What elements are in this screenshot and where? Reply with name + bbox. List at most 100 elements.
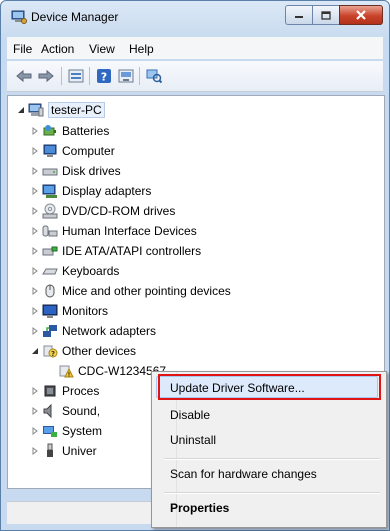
tree-item-label: Display adapters: [62, 184, 152, 198]
expand-arrow-icon[interactable]: [30, 406, 40, 416]
tree-item-system-devices[interactable]: System: [30, 421, 102, 441]
mouse-icon: [45, 284, 55, 298]
expand-arrow-icon[interactable]: [30, 146, 40, 156]
tree-item-ide-controllers[interactable]: IDE ATA/ATAPI controllers: [30, 241, 201, 261]
toolbar: ?: [7, 61, 383, 92]
menu-action[interactable]: Action: [41, 42, 74, 56]
expand-arrow-icon[interactable]: [30, 226, 40, 236]
expand-arrow-icon[interactable]: [30, 306, 40, 316]
expand-arrow-icon[interactable]: [30, 186, 40, 196]
close-icon: [356, 10, 366, 20]
title-bar[interactable]: Device Manager: [1, 1, 389, 33]
network-adapter-icon: [43, 325, 57, 337]
warning-device-icon: !: [59, 365, 74, 379]
help-icon[interactable]: ?: [95, 67, 113, 85]
tree-item-processors[interactable]: Proces: [30, 381, 99, 401]
scan-hardware-icon[interactable]: [145, 67, 163, 85]
tree-root-label: tester-PC: [48, 102, 105, 118]
battery-icon: [43, 125, 56, 136]
toolbar-separator: [89, 67, 90, 85]
tree-item-monitors[interactable]: Monitors: [30, 301, 108, 321]
expand-arrow-icon[interactable]: [30, 246, 40, 256]
tree-item-display-adapters[interactable]: Display adapters: [30, 181, 151, 201]
usb-icon: [47, 443, 53, 457]
system-device-icon: [43, 426, 57, 437]
processor-icon: [44, 385, 56, 397]
menu-help[interactable]: Help: [129, 42, 154, 56]
tree-item-label: System: [62, 424, 103, 438]
tree-item-cdc-device[interactable]: ! CDC-W1234567: [58, 361, 166, 381]
tree-item-computer[interactable]: Computer: [30, 141, 115, 161]
menu-item-uninstall[interactable]: Uninstall: [170, 433, 216, 447]
back-arrow-icon[interactable]: [15, 67, 33, 85]
computer-root-icon: [28, 103, 44, 117]
tree-root[interactable]: tester-PC: [16, 100, 105, 120]
maximize-icon: [321, 10, 331, 20]
collapse-arrow-icon[interactable]: [16, 105, 26, 115]
minimize-icon: [295, 16, 303, 18]
ide-controller-icon: [42, 246, 58, 256]
tree-item-usb-controllers[interactable]: Univer: [30, 441, 97, 461]
expand-arrow-icon[interactable]: [30, 286, 40, 296]
tree-item-label: IDE ATA/ATAPI controllers: [62, 244, 202, 258]
tree-item-label: Monitors: [62, 304, 109, 318]
tree-item-label: Univer: [62, 444, 97, 458]
svg-text:!: !: [68, 372, 71, 379]
tree-item-label: Computer: [62, 144, 115, 158]
tree-item-human-interface-devices[interactable]: Human Interface Devices: [30, 221, 197, 241]
maximize-button[interactable]: [312, 5, 339, 25]
toolbar-separator: [139, 67, 140, 85]
tree-item-disk-drives[interactable]: Disk drives: [30, 161, 121, 181]
expand-arrow-icon[interactable]: [30, 386, 40, 396]
update-driver-icon[interactable]: [117, 67, 135, 85]
tree-item-label: Network adapters: [62, 324, 157, 338]
tree-item-sound[interactable]: Sound,: [30, 401, 100, 421]
hid-icon: [42, 225, 58, 237]
caption-buttons: [285, 5, 383, 25]
window-title: Device Manager: [31, 10, 119, 24]
disk-drive-icon: [42, 168, 58, 176]
expand-arrow-icon[interactable]: [30, 126, 40, 136]
menu-item-scan-hardware[interactable]: Scan for hardware changes: [170, 467, 317, 481]
monitor-icon: [42, 304, 58, 318]
tree-item-label: Sound,: [62, 404, 101, 418]
tree-item-label: Other devices: [62, 344, 137, 358]
tree-item-keyboards[interactable]: Keyboards: [30, 261, 119, 281]
menu-item-disable[interactable]: Disable: [170, 408, 210, 422]
tree-item-batteries[interactable]: Batteries: [30, 121, 109, 141]
menu-item-properties[interactable]: Properties: [170, 501, 229, 515]
expand-arrow-icon[interactable]: [30, 206, 40, 216]
tree-item-label: Proces: [62, 384, 100, 398]
expand-arrow-icon[interactable]: [30, 426, 40, 436]
menu-bar: File Action View Help: [7, 37, 383, 59]
keyboard-icon: [42, 268, 58, 275]
expand-arrow-icon[interactable]: [30, 326, 40, 336]
svg-text:?: ?: [101, 71, 107, 84]
tree-item-label: Human Interface Devices: [62, 224, 197, 238]
tree-item-label: Disk drives: [62, 164, 121, 178]
expand-arrow-icon[interactable]: [30, 266, 40, 276]
tree-item-label: Keyboards: [62, 264, 120, 278]
minimize-button[interactable]: [285, 5, 312, 25]
tree-item-other-devices[interactable]: ? Other devices: [30, 341, 136, 361]
properties-icon[interactable]: [67, 67, 85, 85]
menu-separator: [164, 492, 380, 494]
unknown-device-icon: ?: [43, 345, 58, 358]
tree-item-network-adapters[interactable]: Network adapters: [30, 321, 156, 341]
collapse-arrow-icon[interactable]: [30, 346, 40, 356]
device-manager-icon: [11, 10, 27, 24]
highlight-box: [158, 374, 381, 400]
tree-item-dvd-cd-rom-drives[interactable]: DVD/CD-ROM drives: [30, 201, 175, 221]
expand-arrow-icon[interactable]: [30, 166, 40, 176]
tree-item-label: Batteries: [62, 124, 110, 138]
svg-text:?: ?: [51, 350, 55, 358]
menu-file[interactable]: File: [13, 42, 32, 56]
tree-item-label: Mice and other pointing devices: [62, 284, 231, 298]
computer-icon: [43, 144, 57, 157]
menu-view[interactable]: View: [89, 42, 115, 56]
sound-icon: [43, 403, 52, 419]
close-button[interactable]: [339, 5, 383, 25]
tree-item-mice[interactable]: Mice and other pointing devices: [30, 281, 231, 301]
expand-arrow-icon[interactable]: [30, 446, 40, 456]
forward-arrow-icon[interactable]: [37, 67, 55, 85]
